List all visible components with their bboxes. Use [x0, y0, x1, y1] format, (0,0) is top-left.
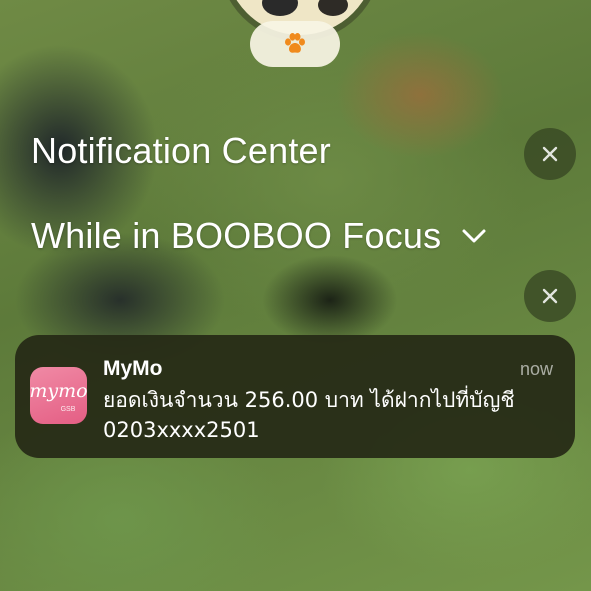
- chevron-down-icon: [462, 229, 486, 243]
- notification-card[interactable]: mymo GSB MyMo now ยอดเงินจำนวน 256.00 บา…: [15, 335, 575, 458]
- app-name: MyMo: [103, 357, 163, 380]
- focus-filter-label: While in BOOBOO Focus: [31, 215, 442, 256]
- notification-timestamp: now: [519, 359, 553, 379]
- focus-mode-pill[interactable]: [250, 21, 340, 67]
- notification-message: ยอดเงินจำนวน 256.00 บาท ได้ฝากไปที่บัญชี…: [103, 388, 515, 442]
- notification-center-title: Notification Center: [31, 130, 331, 171]
- clear-focus-notifications-button[interactable]: [524, 270, 576, 322]
- app-icon-subtext: GSB: [61, 406, 76, 413]
- app-icon-wordmark: mymo: [30, 380, 87, 402]
- focus-filter-dropdown[interactable]: While in BOOBOO Focus: [31, 215, 487, 257]
- wallpaper: [0, 0, 591, 591]
- app-icon: mymo GSB: [30, 367, 87, 424]
- close-icon: [542, 146, 558, 162]
- close-icon: [542, 288, 558, 304]
- clear-all-button[interactable]: [524, 128, 576, 180]
- paw-icon: [285, 33, 305, 53]
